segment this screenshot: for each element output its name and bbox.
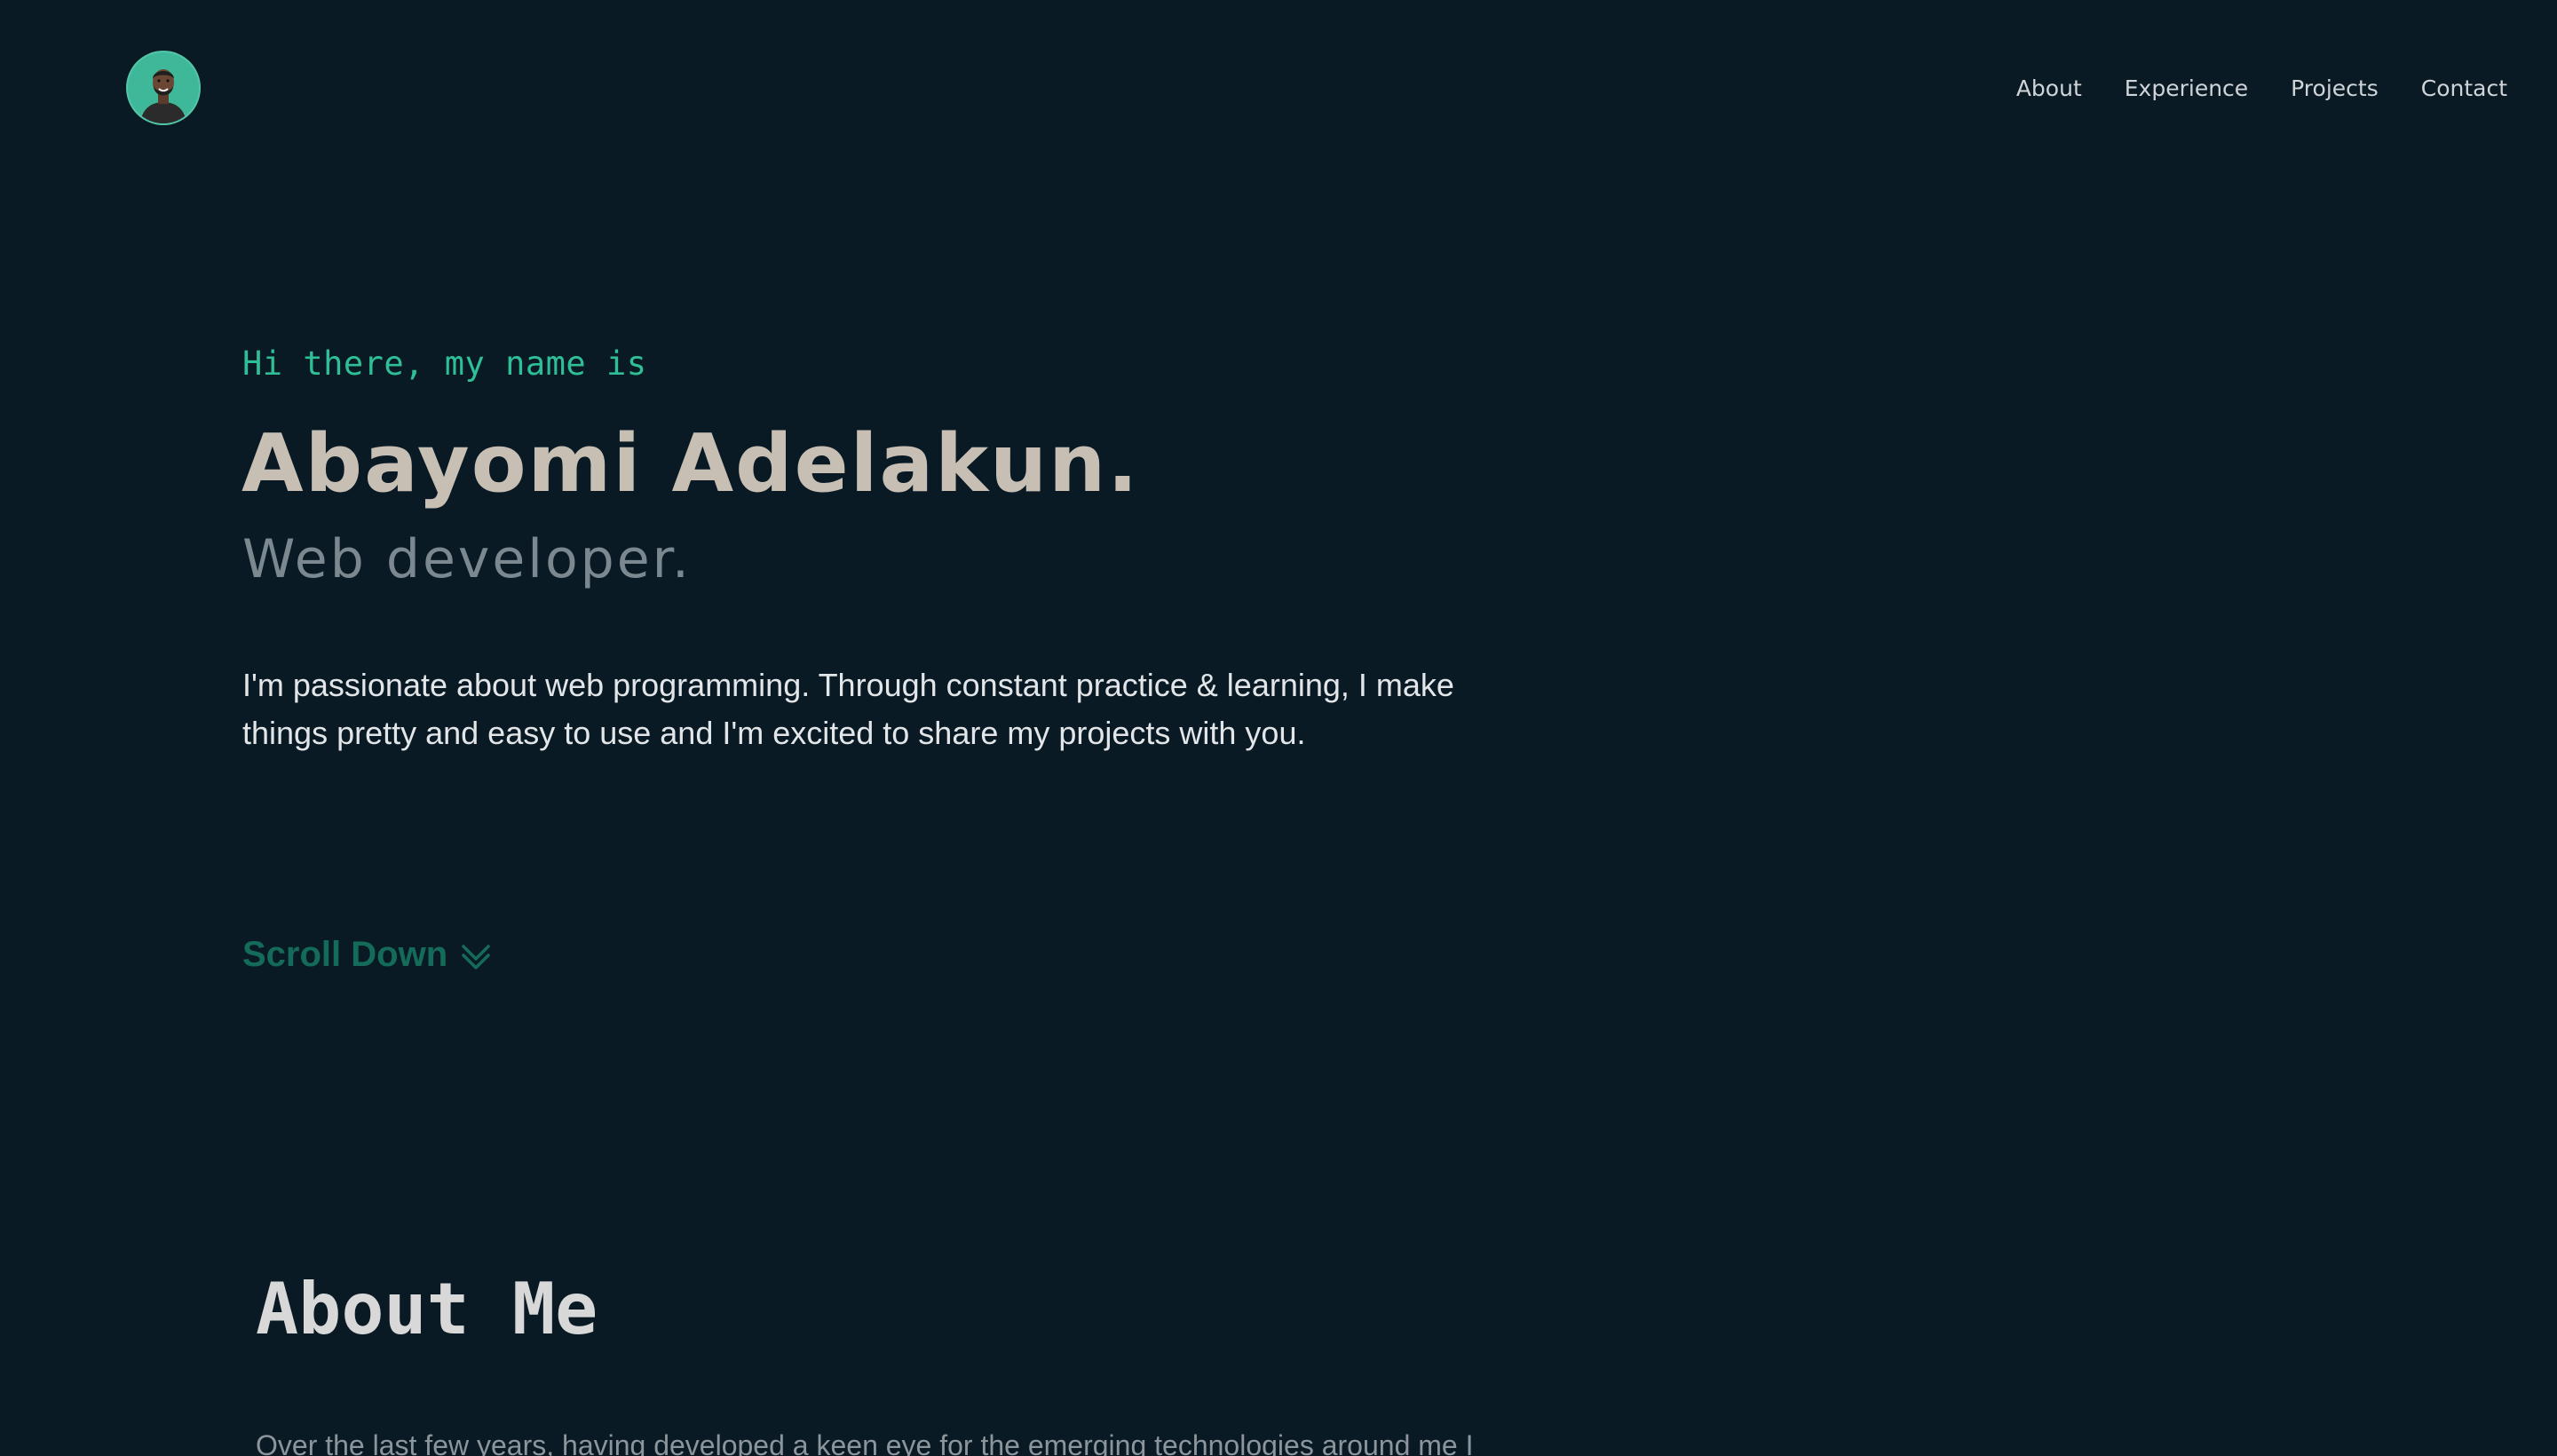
main-nav: About Experience Projects Contact (2016, 71, 2507, 107)
about-text: Over the last few years, having develope… (256, 1429, 1474, 1456)
nav-link-projects[interactable]: Projects (2291, 71, 2379, 107)
profile-photo-icon (128, 52, 199, 123)
hero-role: Web developer. (242, 528, 692, 590)
double-chevron-down-icon (462, 944, 490, 969)
nav-link-contact[interactable]: Contact (2421, 71, 2507, 107)
site-header: About Experience Projects Contact (0, 0, 2557, 178)
hero-intro: I'm passionate about web programming. Th… (242, 667, 1454, 751)
nav-link-experience[interactable]: Experience (2125, 71, 2248, 107)
avatar[interactable] (128, 52, 199, 123)
hero-greeting: Hi there, my name is (242, 344, 647, 383)
nav-link-about[interactable]: About (2016, 71, 2082, 107)
scroll-down-button[interactable]: Scroll Down (242, 935, 494, 975)
about-title: About Me (256, 1268, 598, 1350)
scroll-down-label: Scroll Down (242, 935, 448, 974)
hero-name: Abayomi Adelakun. (241, 417, 1140, 510)
